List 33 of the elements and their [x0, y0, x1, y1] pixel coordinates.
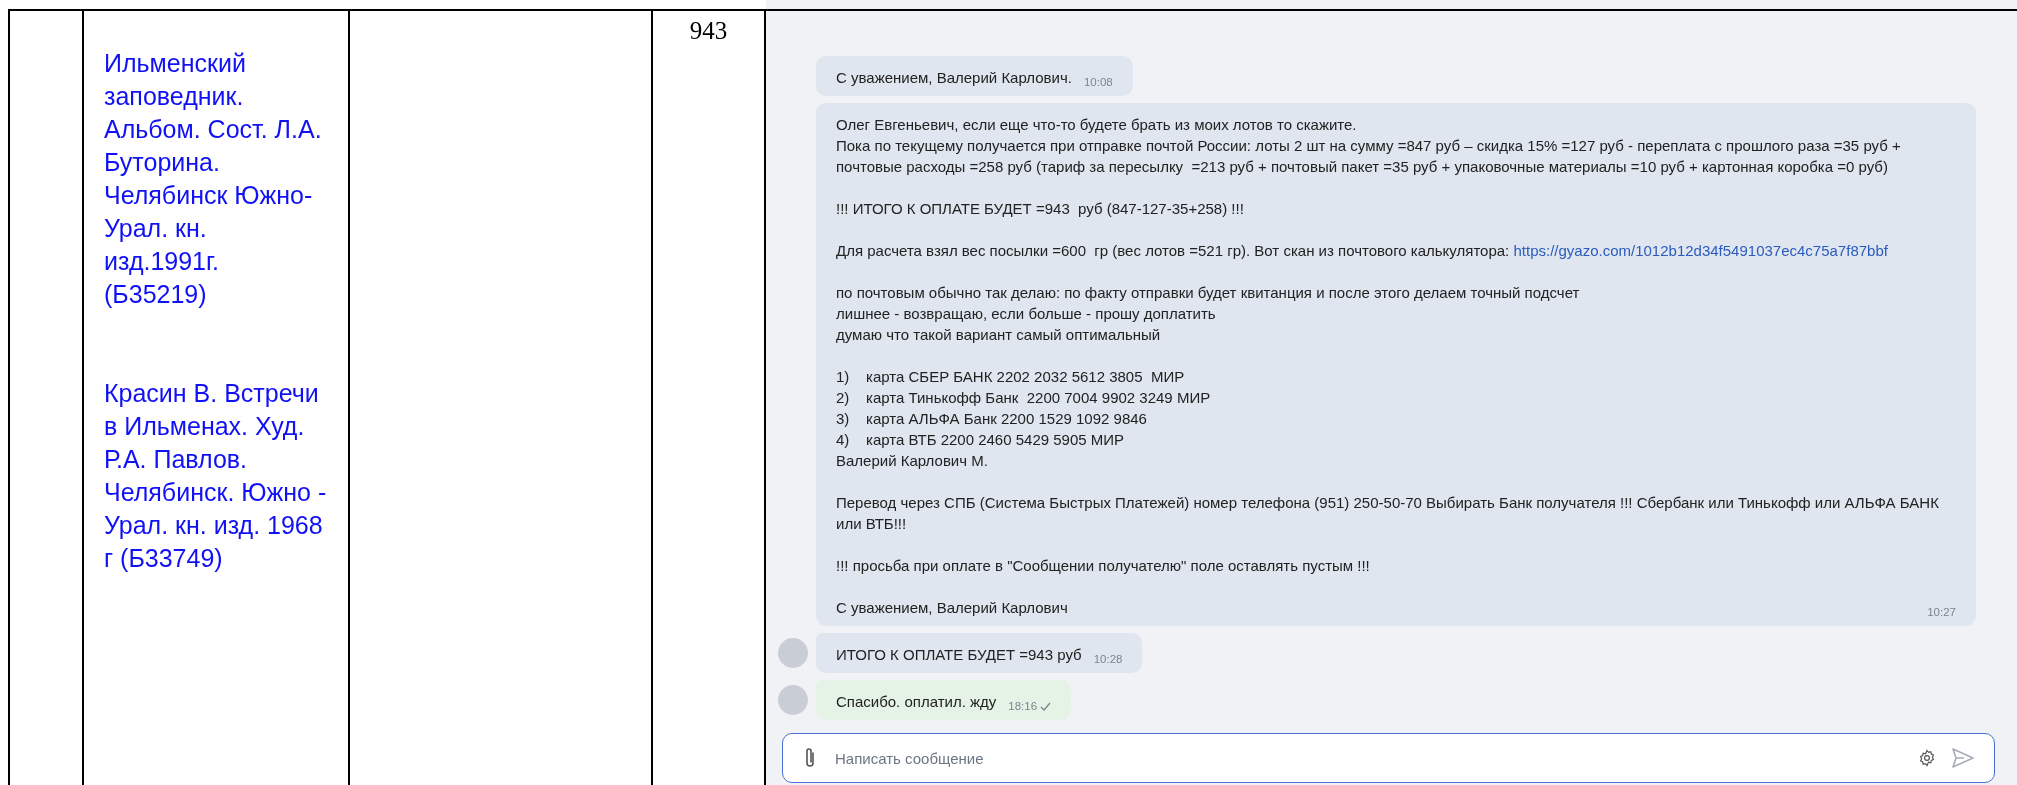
message-line: по почтовым обычно так делаю: по факту отправки будет квитанция и после этого делаем точный подсчет [836, 283, 1581, 303]
message-input[interactable]: Написать сообщение [833, 748, 1902, 768]
settings-icon[interactable] [1918, 749, 1936, 767]
paperclip-icon[interactable] [803, 747, 817, 769]
avatar [778, 638, 808, 668]
message-line: Для расчета взял вес посылки =600 гр (вес лотов =521 гр). Вот скан из почтового калькулятора: https://gyazo.com/1012b12d34f5491037ec4c75a7f87bbf [836, 241, 1889, 261]
message-line: С уважением, Валерий Карлович [836, 598, 1068, 618]
message-time: 10:08 [1083, 76, 1113, 88]
message-line: !!! ИТОГО К ОПЛАТЕ БУДЕТ =943 руб (847-127-35+258) !!! [836, 199, 1245, 219]
message-line: думаю что такой вариант самый оптимальный [836, 325, 1162, 345]
book-title: Ильменский заповедник. Альбом. Сост. Л.А. Буторина. Челябинск Южно-Урал. кн. изд.1991г. (Б35219) [104, 48, 323, 310]
message-line: !!! просьба при оплате в "Сообщении получателю" поле оставлять пустым !!! [836, 556, 1371, 576]
price-value: 943 [689, 17, 728, 44]
message-time: 10:27 [1927, 606, 1956, 618]
message-line: 1) карта СБЕР БАНК 2202 2032 5612 3805 МИР [836, 367, 1186, 387]
check-icon [1040, 701, 1052, 711]
message-line: Спасибо. оплатил. жду [836, 692, 997, 712]
message-line: ИТОГО К ОПЛАТЕ БУДЕТ =943 руб [836, 645, 1082, 665]
link[interactable]: https://gyazo.com/1012b12d34f5491037ec4c75a7f87bbf [1513, 242, 1888, 259]
message-line: лишнее - возвращаю, если больше - прошу доплатить [836, 304, 1217, 324]
message-time: 18:16 [1008, 700, 1052, 712]
message-line: 3) карта АЛЬФА Банк 2200 1529 1092 9846 [836, 409, 1148, 429]
message-line: Перевод через СПБ (Система Быстрых Платежей) номер телефона (951) 250-50-70 Выбирать Банк получателя !!! Сбербанк или Тинькофф или АЛЬФА БАНК или ВТБ!!! [836, 493, 1940, 534]
message-field[interactable]: Написать сообщение [782, 733, 1995, 783]
book-title: Красин В. Встречи в Ильменах. Худ. Р.А. Павлов. Челябинск. Южно - Урал. кн. изд. 1968 г (Б33749) [104, 378, 328, 574]
message-line: Пока по текущему получается при отправке почтой России: лоты 2 шт на сумму =847 руб – скидка 15% =127 руб - переплата с прошлого раза =35 руб + почтовые расходы =258 руб (тариф за пересылку =213 руб + почтовый пакет =35 руб + упаковочные материалы =10 руб + картонная коробка =0 руб) [836, 136, 1902, 177]
avatar [778, 685, 808, 715]
message-time: 10:28 [1093, 653, 1123, 665]
message-line: 2) карта Тинькофф Банк 2200 7004 9902 3249 МИР [836, 388, 1212, 408]
message-line: 4) карта ВТБ 2200 2460 5429 5905 МИР [836, 430, 1126, 450]
message-line: С уважением, Валерий Карлович. [836, 68, 1072, 88]
message-line: Валерий Карлович М. [836, 451, 989, 471]
message-line: Олег Евгеньевич, если еще что-то будете брать из моих лотов то скажите. [836, 115, 1358, 135]
